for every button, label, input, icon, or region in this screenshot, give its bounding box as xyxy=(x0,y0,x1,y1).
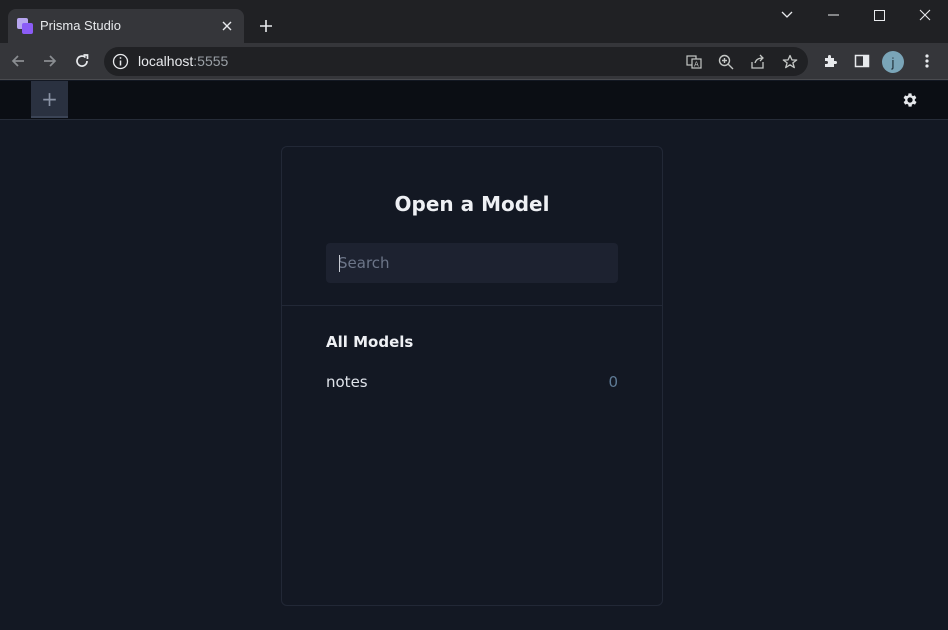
browser-tab-strip: Prisma Studio xyxy=(0,0,948,43)
window-close-icon[interactable] xyxy=(902,0,948,30)
model-list-item[interactable]: notes 0 xyxy=(326,373,618,395)
forward-arrow-icon[interactable] xyxy=(36,47,64,75)
browser-toolbar: localhost:5555 A j xyxy=(0,43,948,80)
prisma-studio-icon xyxy=(17,18,33,34)
address-bar[interactable]: localhost:5555 A xyxy=(104,47,808,76)
search-input[interactable] xyxy=(326,243,618,283)
side-panel-icon[interactable] xyxy=(848,47,876,75)
app-header: + xyxy=(0,81,948,120)
add-tab-button[interactable]: + xyxy=(31,81,68,118)
text-caret xyxy=(339,255,340,272)
extensions-icon[interactable] xyxy=(816,47,844,75)
panel-title: Open a Model xyxy=(394,192,550,216)
url-host: localhost xyxy=(138,53,194,69)
tab-search-icon[interactable] xyxy=(764,0,810,30)
browser-tab[interactable]: Prisma Studio xyxy=(8,9,244,43)
reload-icon[interactable] xyxy=(68,47,96,75)
divider xyxy=(282,305,662,306)
maximize-icon[interactable] xyxy=(856,0,902,30)
share-icon[interactable] xyxy=(748,52,767,71)
minimize-icon[interactable] xyxy=(810,0,856,30)
svg-text:A: A xyxy=(694,60,699,68)
gear-icon[interactable] xyxy=(901,91,919,109)
translate-icon[interactable]: A xyxy=(684,52,703,71)
url-port: :5555 xyxy=(193,53,229,69)
profile-avatar[interactable]: j xyxy=(882,51,904,73)
model-count: 0 xyxy=(608,373,618,391)
section-title: All Models xyxy=(326,333,414,351)
new-tab-button[interactable] xyxy=(254,14,278,38)
back-arrow-icon[interactable] xyxy=(4,47,32,75)
bookmark-star-icon[interactable] xyxy=(780,52,799,71)
menu-kebab-icon[interactable] xyxy=(913,47,941,75)
close-icon[interactable] xyxy=(218,17,236,35)
zoom-icon[interactable] xyxy=(716,52,735,71)
model-name: notes xyxy=(326,373,368,391)
open-model-panel: Open a Model All Models notes 0 xyxy=(281,146,663,606)
url-text[interactable]: localhost:5555 xyxy=(138,53,228,69)
info-icon[interactable] xyxy=(112,53,129,70)
tab-title: Prisma Studio xyxy=(40,18,121,33)
